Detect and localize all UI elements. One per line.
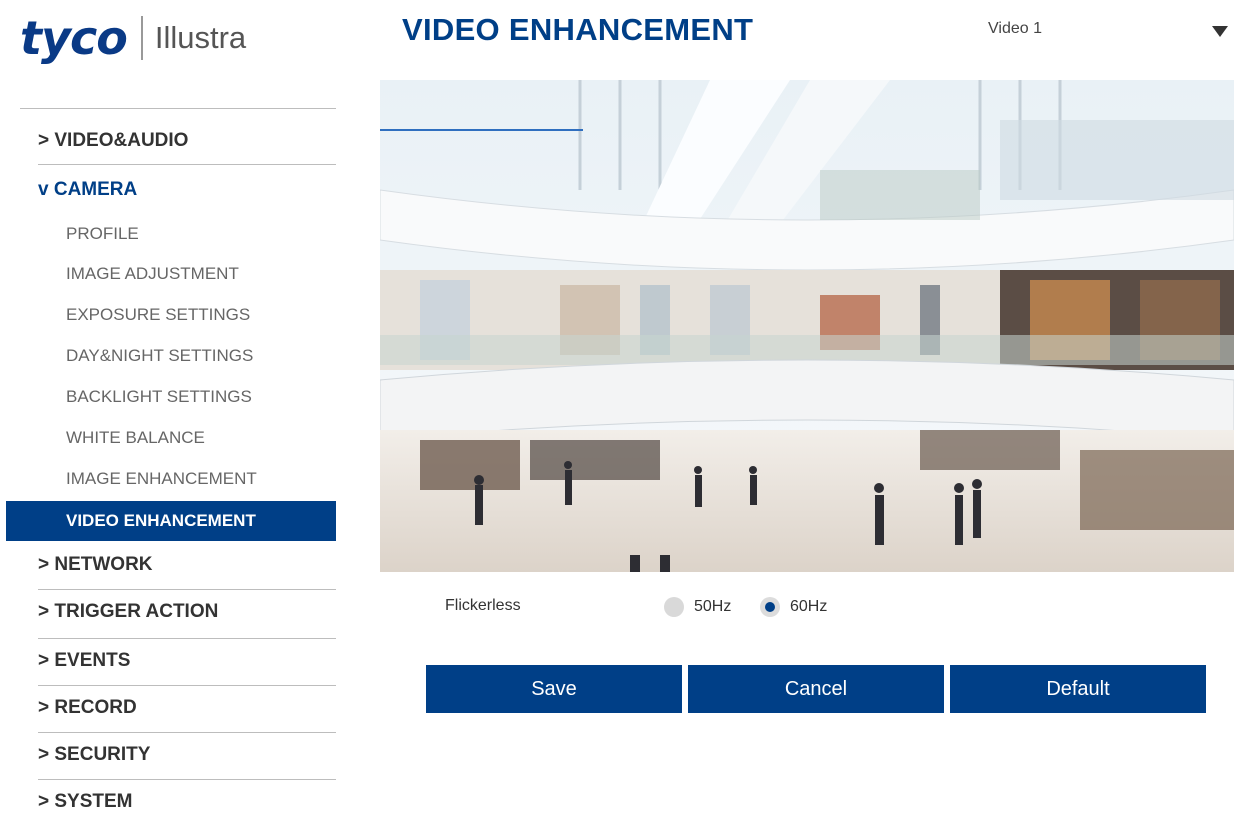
nav-separator [38,164,336,165]
video-stream-value: Video 1 [988,20,1042,37]
radio-selected-icon[interactable] [760,597,780,617]
triangle-down-icon[interactable] [1212,26,1228,37]
radio-unselected-icon[interactable] [664,597,684,617]
logo-divider [140,16,143,60]
sub-item-video-enhancement[interactable]: VIDEO ENHANCEMENT [6,501,336,541]
sub-item-day-night-settings[interactable]: DAY&NIGHT SETTINGS [66,346,253,366]
nav-item-events[interactable]: > EVENTS [38,650,336,672]
nav-separator [38,589,336,590]
nav-item-security[interactable]: > SECURITY [38,744,336,766]
sub-item-image-enhancement[interactable]: IMAGE ENHANCEMENT [66,469,257,489]
cancel-button[interactable]: Cancel [688,665,944,713]
flickerless-label: Flickerless [445,597,521,614]
nav-separator [38,732,336,733]
flicker-60hz-radio[interactable]: 60Hz [760,597,827,617]
nav-separator [38,638,336,639]
sidebar-nav: tyco Illustra > VIDEO&AUDIO v CAMERA PRO… [0,0,340,825]
nav-separator [20,108,336,109]
nav-separator [38,685,336,686]
video-preview[interactable] [380,80,1234,572]
sub-item-profile[interactable]: PROFILE [66,224,139,244]
brand-logo: tyco Illustra [20,8,246,68]
sub-item-exposure-settings[interactable]: EXPOSURE SETTINGS [66,305,250,325]
flicker-50hz-radio[interactable]: 50Hz [664,597,731,617]
flicker-50hz-label: 50Hz [694,598,732,615]
sub-item-white-balance[interactable]: WHITE BALANCE [66,428,205,448]
nav-item-network[interactable]: > NETWORK [38,554,336,576]
tyco-logo-text: tyco [20,11,128,65]
video-stream-select[interactable]: Video 1 [988,20,1234,46]
default-button[interactable]: Default [950,665,1206,713]
nav-separator [38,779,336,780]
nav-item-video-audio[interactable]: > VIDEO&AUDIO [38,130,336,152]
nav-item-record[interactable]: > RECORD [38,697,336,719]
sub-item-image-adjustment[interactable]: IMAGE ADJUSTMENT [66,264,239,284]
sub-item-backlight-settings[interactable]: BACKLIGHT SETTINGS [66,387,252,407]
flicker-60hz-label: 60Hz [790,598,828,615]
camera-live-view [380,80,1234,572]
nav-item-camera[interactable]: v CAMERA [38,179,336,201]
save-button[interactable]: Save [426,665,682,713]
nav-item-trigger-action[interactable]: > TRIGGER ACTION [38,601,336,623]
illustra-logo-text: Illustra [154,20,247,55]
nav-item-system[interactable]: > SYSTEM [38,791,336,813]
page-title: VIDEO ENHANCEMENT [402,12,754,47]
